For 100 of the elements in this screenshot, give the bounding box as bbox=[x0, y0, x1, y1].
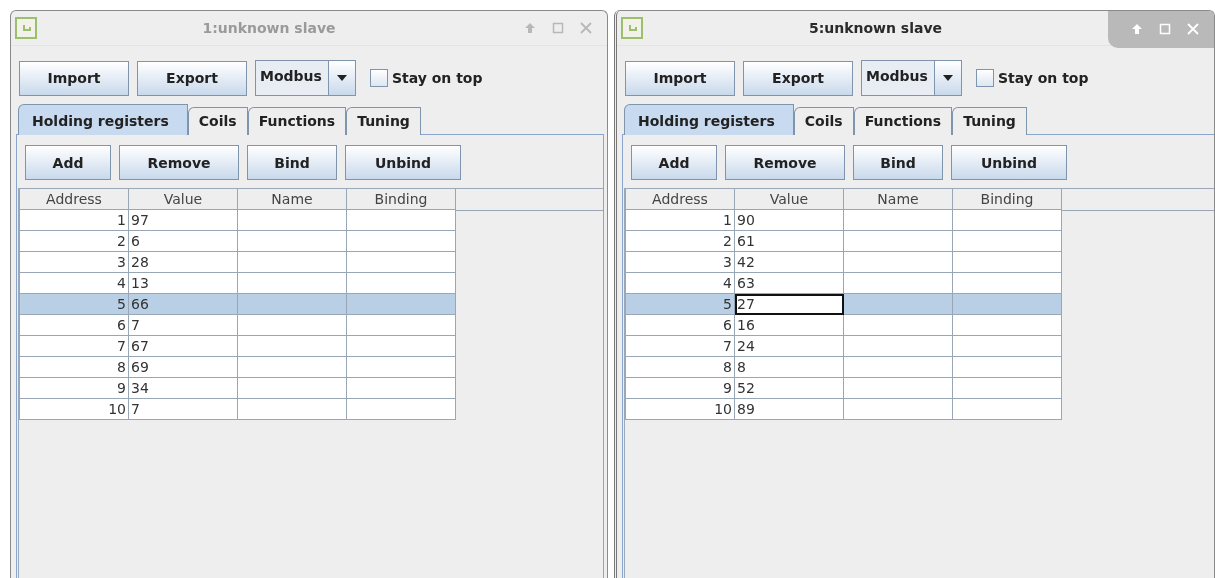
table-cell: 90 bbox=[734, 209, 844, 231]
table-cell: 10 bbox=[625, 398, 735, 420]
table-row[interactable]: 10 89 bbox=[625, 398, 1062, 420]
close-icon[interactable] bbox=[579, 21, 593, 35]
table-cell: 7 bbox=[625, 335, 735, 357]
caret-icon bbox=[941, 74, 954, 82]
table-cell: 42 bbox=[734, 251, 844, 273]
checkbox-label: Stay on top bbox=[391, 70, 483, 86]
table-cell: 69 bbox=[128, 356, 238, 378]
table-row[interactable]: 8 69 bbox=[19, 356, 456, 378]
app-icon bbox=[621, 17, 643, 39]
tab[interactable]: Holding registers bbox=[18, 104, 188, 135]
table-row[interactable]: 6 16 bbox=[625, 314, 1062, 336]
column-header[interactable]: Value bbox=[128, 189, 238, 210]
table-cell: 6 bbox=[625, 314, 735, 336]
table-cell: 97 bbox=[128, 209, 238, 231]
protocol-dropdown[interactable]: Modbus bbox=[861, 60, 962, 96]
toolbar-button[interactable]: Import bbox=[19, 60, 129, 96]
tab[interactable]: Tuning bbox=[952, 107, 1027, 135]
action-button[interactable]: Unbind bbox=[951, 145, 1067, 180]
tab[interactable]: Coils bbox=[187, 107, 248, 135]
column-header[interactable]: Address bbox=[19, 189, 129, 210]
window-title: 1:unknown slave bbox=[201, 20, 337, 36]
table-cell: 6 bbox=[19, 314, 129, 336]
caret-icon bbox=[335, 74, 348, 82]
table-cell: 24 bbox=[734, 335, 844, 357]
tab[interactable]: Coils bbox=[793, 107, 854, 135]
table-cell: 10 bbox=[19, 398, 129, 420]
table-cell: 7 bbox=[128, 398, 238, 420]
toolbar-button[interactable]: Export bbox=[743, 60, 853, 96]
toolbar-button[interactable]: Export bbox=[137, 60, 247, 96]
table-row[interactable]: 8 8 bbox=[625, 356, 1062, 378]
table-row[interactable]: 4 63 bbox=[625, 272, 1062, 294]
action-button[interactable]: Remove bbox=[725, 145, 845, 180]
table-cell: 1 bbox=[19, 209, 129, 231]
table-cell: 5 bbox=[625, 293, 735, 315]
table-row[interactable]: 3 42 bbox=[625, 251, 1062, 273]
table-row[interactable]: 6 7 bbox=[19, 314, 456, 336]
table-cell: 9 bbox=[19, 377, 129, 399]
table-row[interactable]: 1 90 bbox=[625, 209, 1062, 231]
table-row[interactable]: 10 7 bbox=[19, 398, 456, 420]
column-header[interactable]: Name bbox=[843, 189, 953, 210]
tab[interactable]: Holding registers bbox=[624, 104, 794, 135]
tab[interactable]: Functions bbox=[853, 107, 953, 135]
protocol-dropdown[interactable]: Modbus bbox=[255, 60, 356, 96]
table-cell: 3 bbox=[625, 251, 735, 273]
action-button[interactable]: Bind bbox=[853, 145, 943, 180]
column-header[interactable]: Name bbox=[237, 189, 347, 210]
window-title: 5:unknown slave bbox=[807, 20, 944, 36]
table-cell: 3 bbox=[19, 251, 129, 273]
table-cell: 28 bbox=[128, 251, 238, 273]
app-icon bbox=[15, 17, 37, 39]
checkbox[interactable] bbox=[369, 69, 388, 87]
table-cell: 5 bbox=[19, 293, 129, 315]
table-cell: 61 bbox=[734, 230, 844, 252]
table-row[interactable]: 2 6 bbox=[19, 230, 456, 252]
table-row[interactable]: 9 52 bbox=[625, 377, 1062, 399]
table-cell: 89 bbox=[734, 398, 844, 420]
action-button[interactable]: Bind bbox=[247, 145, 337, 180]
table-cell: 13 bbox=[128, 272, 238, 294]
action-button[interactable]: Unbind bbox=[345, 145, 461, 180]
up-arrow-icon[interactable] bbox=[523, 21, 537, 35]
tab[interactable]: Functions bbox=[247, 107, 347, 135]
table-row[interactable]: 7 67 bbox=[19, 335, 456, 357]
action-button[interactable]: Add bbox=[631, 145, 717, 180]
up-arrow-icon[interactable] bbox=[1130, 22, 1144, 36]
column-header[interactable]: Address bbox=[625, 189, 735, 210]
table-row[interactable]: 3 28 bbox=[19, 251, 456, 273]
action-button[interactable]: Add bbox=[25, 145, 111, 180]
table-cell: 8 bbox=[625, 356, 735, 378]
table-row[interactable]: 9 34 bbox=[19, 377, 456, 399]
table-cell: 63 bbox=[734, 272, 844, 294]
table-cell: 7 bbox=[128, 314, 238, 336]
column-header[interactable]: Binding bbox=[952, 189, 1062, 210]
column-header[interactable]: Value bbox=[734, 189, 844, 210]
table-cell: 16 bbox=[734, 314, 844, 336]
table-row[interactable]: 5 66 bbox=[19, 293, 456, 315]
table-cell: 8 bbox=[734, 356, 844, 378]
action-button[interactable]: Remove bbox=[119, 145, 239, 180]
table-cell: 8 bbox=[19, 356, 129, 378]
table-row[interactable]: 7 24 bbox=[625, 335, 1062, 357]
table-cell: 4 bbox=[19, 272, 129, 294]
table-row[interactable]: 5 27 bbox=[625, 293, 1062, 315]
checkbox[interactable] bbox=[975, 69, 994, 87]
table-row[interactable]: 2 61 bbox=[625, 230, 1062, 252]
table-cell: 2 bbox=[625, 230, 735, 252]
tab[interactable]: Tuning bbox=[346, 107, 421, 135]
table-cell: 9 bbox=[625, 377, 735, 399]
table-cell: 34 bbox=[128, 377, 238, 399]
column-header[interactable]: Binding bbox=[346, 189, 456, 210]
table-cell: 6 bbox=[128, 230, 238, 252]
table-cell: 1 bbox=[625, 209, 735, 231]
table-row[interactable]: 1 97 bbox=[19, 209, 456, 231]
toolbar-button[interactable]: Import bbox=[625, 60, 735, 96]
table-cell: 2 bbox=[19, 230, 129, 252]
table-row[interactable]: 4 13 bbox=[19, 272, 456, 294]
table-cell: 4 bbox=[625, 272, 735, 294]
table-cell: 7 bbox=[19, 335, 129, 357]
table-cell: 67 bbox=[128, 335, 238, 357]
maximize-icon[interactable] bbox=[551, 21, 565, 35]
